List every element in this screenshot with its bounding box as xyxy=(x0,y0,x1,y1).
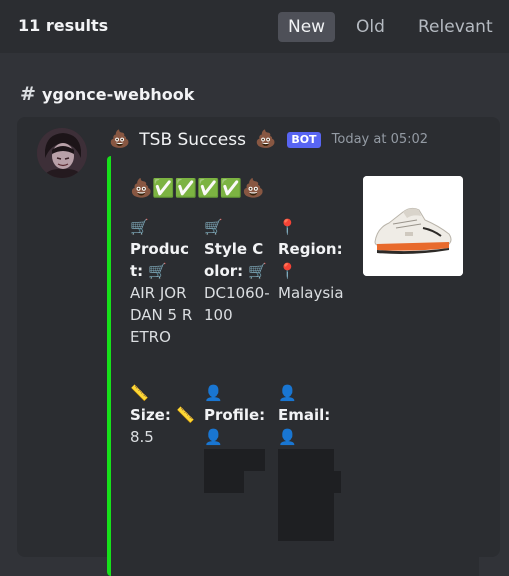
redaction-block xyxy=(278,449,334,471)
avatar[interactable] xyxy=(37,128,87,178)
field-value: DC1060-100 xyxy=(204,284,270,324)
embed-field-email: 👤 Email: 👤 xyxy=(278,382,346,448)
message-embed: 💩✅✅✅✅💩 🛒 Product: 🛒 AIR JORDAN 5 RETRO 🛒… xyxy=(107,156,479,576)
user-icon: 👤 xyxy=(278,384,297,402)
embed-field-profile: 👤 Profile: 👤 xyxy=(204,382,272,448)
pin-icon: 📍 xyxy=(278,218,297,236)
field-name: Size: 📏 xyxy=(130,406,195,424)
sort-tab-new[interactable]: New xyxy=(278,12,336,42)
redaction-block xyxy=(204,471,244,493)
field-value: Malaysia xyxy=(278,284,344,302)
sneaker-image xyxy=(363,176,463,276)
search-result-message[interactable]: 💩 TSB Success 💩 BOT Today at 05:02 💩✅✅✅✅… xyxy=(17,117,500,576)
redaction-block xyxy=(278,493,334,541)
message-header: 💩 TSB Success 💩 BOT Today at 05:02 xyxy=(109,129,428,153)
embed-body: 💩✅✅✅✅💩 🛒 Product: 🛒 AIR JORDAN 5 RETRO 🛒… xyxy=(111,156,479,576)
redaction-block xyxy=(204,449,265,471)
author-name[interactable]: TSB Success xyxy=(139,130,246,150)
cart-icon: 🛒 xyxy=(204,218,223,236)
avatar-image xyxy=(37,128,87,178)
search-results-header: 11 results New Old Relevant xyxy=(0,0,509,53)
field-name: Profile: 👤 xyxy=(204,406,266,446)
embed-field-style-color: 🛒 Style Color: 🛒 DC1060-100 xyxy=(204,216,272,326)
embed-field-region: 📍 Region: 📍 Malaysia xyxy=(278,216,346,304)
channel-name[interactable]: ygonce-webhook xyxy=(42,85,194,104)
sort-tab-relevant[interactable]: Relevant xyxy=(408,12,503,42)
embed-field-size: 📏 Size: 📏 8.5 xyxy=(130,382,198,448)
cart-icon: 🛒 xyxy=(130,218,149,236)
field-value: 8.5 xyxy=(130,428,154,446)
field-name: Product: 🛒 xyxy=(130,240,190,280)
embed-thumbnail[interactable] xyxy=(363,176,463,276)
poop-emoji-icon: 💩 xyxy=(255,129,277,150)
poop-emoji-icon: 💩 xyxy=(109,129,131,150)
channel-hash-icon: # xyxy=(20,83,36,105)
sort-tab-old[interactable]: Old xyxy=(346,12,395,42)
field-value: AIR JORDAN 5 RETRO xyxy=(130,284,193,346)
message-timestamp[interactable]: Today at 05:02 xyxy=(332,132,428,147)
embed-title: 💩✅✅✅✅💩 xyxy=(130,178,265,199)
ruler-icon: 📏 xyxy=(130,384,149,402)
results-count: 11 results xyxy=(18,16,109,35)
bot-badge: BOT xyxy=(287,131,321,148)
user-icon: 👤 xyxy=(204,384,223,402)
field-name: Region: 📍 xyxy=(278,240,343,280)
field-name: Style Color: 🛒 xyxy=(204,240,268,280)
redaction-block xyxy=(278,471,341,493)
embed-field-product: 🛒 Product: 🛒 AIR JORDAN 5 RETRO xyxy=(130,216,198,348)
field-name: Email: 👤 xyxy=(278,406,331,446)
